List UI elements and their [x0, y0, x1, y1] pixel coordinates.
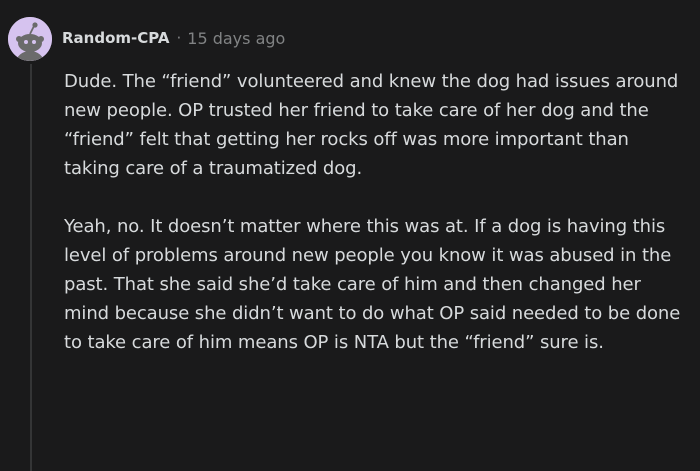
comment-timestamp[interactable]: 15 days ago [187, 29, 285, 48]
comment-paragraph: Dude. The “friend” volunteered and knew … [64, 71, 679, 179]
comment-body: Dude. The “friend” volunteered and knew … [64, 67, 690, 357]
author-username[interactable]: Random-CPA [62, 29, 169, 47]
comment-header: Random-CPA · 15 days ago [62, 26, 285, 50]
separator-dot: · [176, 29, 182, 47]
avatar[interactable] [8, 17, 52, 61]
comment: Random-CPA · 15 days ago Dude. The “frie… [0, 0, 700, 471]
reddit-snoo-avatar-icon [8, 17, 52, 61]
thread-collapse-line[interactable] [30, 64, 32, 471]
comment-paragraph: Yeah, no. It doesn’t matter where this w… [64, 216, 681, 353]
